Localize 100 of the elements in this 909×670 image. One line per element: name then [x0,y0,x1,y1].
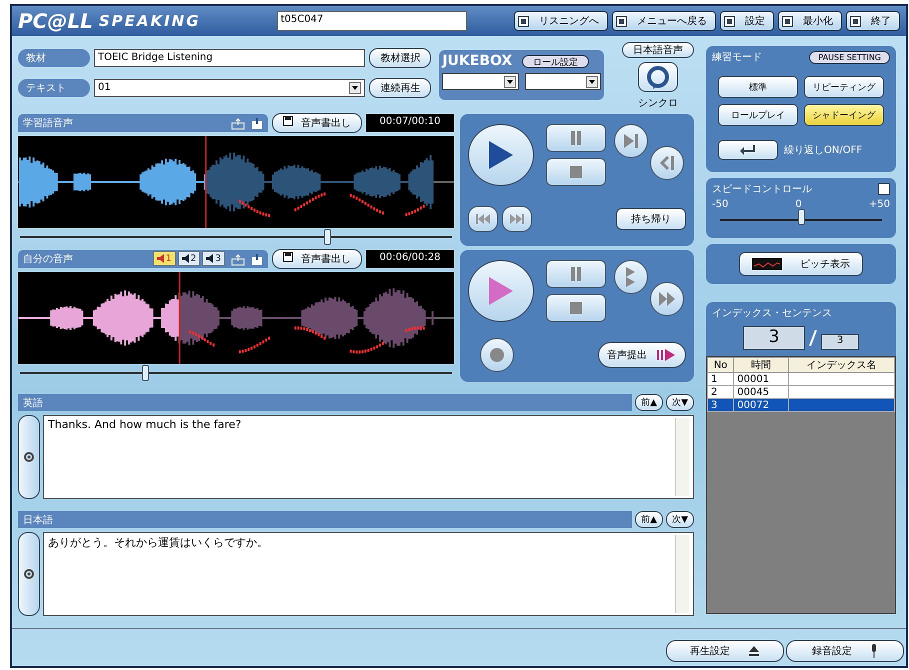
mode-button[interactable]: シャドーイング [804,104,884,126]
stop-button[interactable] [546,158,606,186]
take-home-button[interactable]: 持ち帰り [616,208,686,230]
table-cell: 3 [708,398,734,412]
panel-title: スピードコントロール [712,183,812,196]
table-cell: 2 [708,386,734,398]
fast-forward-button[interactable] [650,282,684,316]
sync-button[interactable] [638,62,678,92]
field-label: テキスト [18,79,90,97]
speed-slider[interactable] [720,212,882,228]
position-slider[interactable] [20,368,452,378]
speak-button[interactable] [18,415,40,499]
square-icon [724,16,735,26]
export-icon [231,254,245,266]
table-cell: 00072 [734,398,789,412]
scrollbar[interactable] [675,418,689,496]
record-dot-icon [490,348,504,362]
text-area[interactable]: ありがとう。それから運賃はいくらですか。 [43,532,694,616]
scrollbar[interactable] [675,535,689,613]
toolbar-button[interactable]: 最小化 [778,11,842,31]
export-audio-button[interactable]: 音声書出し [272,249,362,269]
pitch-graph-icon [752,258,782,270]
stop-icon [570,302,582,314]
table-cell: 1 [708,372,734,386]
play-icon [487,275,515,307]
scale-label: +50 [868,199,890,210]
repeat-button[interactable] [650,146,684,180]
export-audio-button[interactable]: 音声書出し [272,113,362,133]
jukebox-title: JUKEBOX [442,53,512,69]
japanese-audio-button[interactable]: 日本語音声 [622,42,694,58]
text-area[interactable]: Thanks. And how much is the fare? [43,415,694,499]
skip-button[interactable] [614,124,648,158]
app-logo: PC@LL [18,9,93,33]
mode-button[interactable]: リピーティング [804,76,884,98]
rewind-button[interactable] [468,206,498,232]
settings-button[interactable]: 再生設定 [666,640,784,662]
table-cell: 00001 [734,372,789,386]
step-button[interactable] [614,260,648,294]
repeat-button[interactable] [718,140,778,160]
recording-tab[interactable]: 2 [178,251,200,266]
speaker-icon [206,254,214,263]
pause-setting-button[interactable]: PAUSE SETTING [809,50,890,64]
toolbar-button[interactable]: 終了 [846,11,900,31]
mode-button[interactable]: 標準 [718,76,798,98]
action-button[interactable]: 連続再生 [369,78,432,98]
sentence-text: ありがとう。それから運賃はいくらですか。 [48,535,269,551]
speaker-icon [182,254,190,263]
microphone-icon [870,644,878,658]
time-display: 00:07/00:10 [366,114,454,132]
slider-thumb[interactable] [142,365,150,381]
settings-button[interactable]: 録音設定 [786,640,904,662]
fast-forward-icon [658,291,676,307]
dropdown-field[interactable] [524,73,602,90]
toolbar-button[interactable]: リスニングへ [514,11,608,31]
panel-title: インデックス・センテンス [712,307,833,320]
slider-thumb[interactable] [324,229,331,245]
time-display: 00:06/00:28 [366,250,454,268]
square-icon [850,16,861,26]
record-button[interactable] [480,338,514,372]
pause-icon [570,267,582,281]
recording-tab[interactable]: 1 [152,251,176,266]
user-id-field[interactable]: t05C047 [276,11,467,31]
dropdown-field[interactable]: 01 [94,79,366,97]
recording-tab[interactable]: 3 [202,251,225,266]
scale-label: -50 [712,199,728,210]
forward-button[interactable] [502,206,532,232]
stop-button[interactable] [546,294,606,322]
dropdown-caret-icon [504,76,516,88]
toolbar-button[interactable]: メニューへ戻る [612,11,716,31]
position-slider[interactable] [20,232,452,242]
panel-title: 練習モード [712,50,762,64]
pause-button[interactable] [546,260,606,288]
dropdown-field[interactable] [442,73,519,90]
mode-button[interactable]: ロールプレイ [718,104,798,126]
pitch-display-button[interactable]: ピッチ表示 [739,252,863,276]
previous-button[interactable]: 前▲ [635,511,664,528]
previous-button[interactable]: 前▲ [635,394,664,411]
dropdown-caret-icon [349,82,362,94]
input-field[interactable]: TOEIC Bridge Listening [94,49,366,67]
send-arrow-icon [657,349,677,361]
gear-icon [23,451,35,463]
slider-thumb[interactable] [798,209,805,225]
submit-audio-button[interactable]: 音声提出 [598,342,686,368]
pause-icon [570,131,582,145]
pause-button[interactable] [546,124,606,152]
section-header: 英語 [18,394,632,411]
next-button[interactable]: 次▼ [666,511,694,528]
next-button[interactable]: 次▼ [666,394,694,411]
speak-button[interactable] [18,532,40,616]
repeat-label: 繰り返しON/OFF [784,144,862,157]
play-icon [487,139,515,171]
eject-icon [748,646,760,656]
square-icon [518,16,529,26]
rewind-icon [476,214,490,224]
checkbox[interactable] [878,183,890,195]
action-button[interactable]: 教材選択 [369,48,432,68]
toolbar-button[interactable]: 設定 [720,11,774,31]
section-header: 日本語 [18,511,632,528]
role-setting-button[interactable]: ロール設定 [522,54,590,68]
forward-icon [510,214,524,224]
